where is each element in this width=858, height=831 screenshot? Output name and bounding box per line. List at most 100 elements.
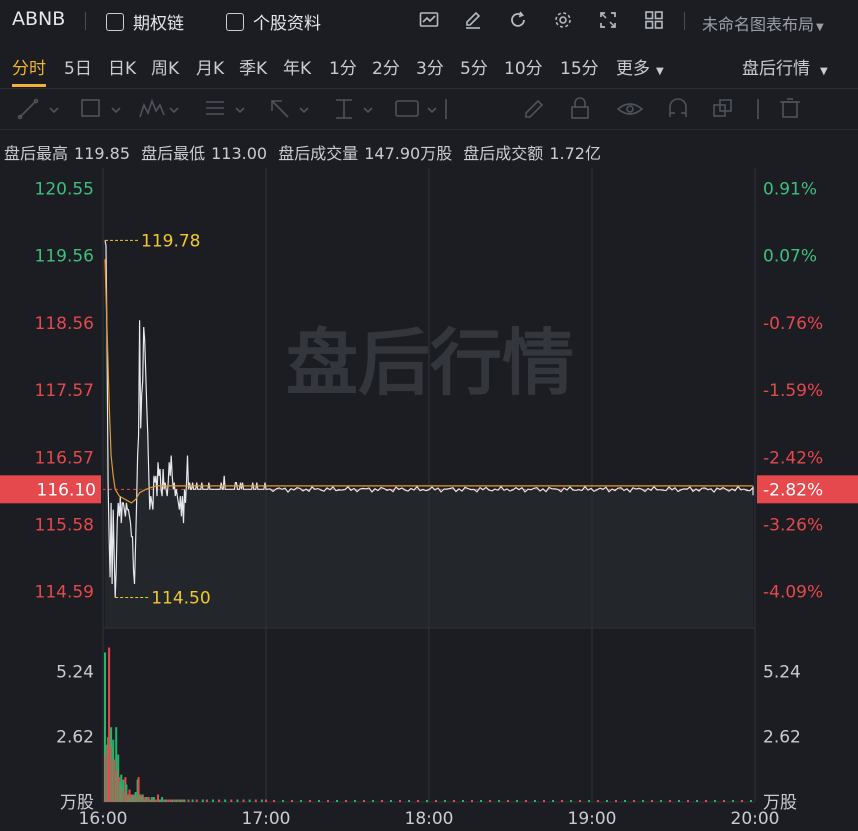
tab-timeframe[interactable]: 1分 — [329, 54, 357, 79]
volume-bar — [224, 799, 227, 802]
percent-tick-label: 0.91% — [763, 179, 817, 199]
eraser-pencil-icon — [525, 99, 544, 118]
volume-bar — [498, 800, 500, 802]
volume-bar — [714, 800, 716, 802]
tab-timeframe[interactable]: 15分 — [560, 54, 599, 79]
volume-bar — [660, 800, 662, 802]
volume-bar — [462, 800, 464, 802]
volume-value: 147.90万股 — [364, 144, 453, 163]
tab-label: 分时 — [12, 59, 46, 79]
tab-timeframe[interactable]: 2分 — [372, 54, 400, 79]
volume-bar — [678, 800, 680, 802]
volume-bar — [265, 799, 267, 802]
copy-icon — [713, 99, 732, 117]
tab-timeframe[interactable]: 月K — [196, 54, 224, 79]
price-tick-label: 120.55 — [35, 179, 94, 199]
tab-timeframe[interactable]: 3分 — [416, 54, 444, 79]
volume-bar — [159, 799, 161, 802]
volume-bar — [175, 799, 178, 802]
low-value: 113.00 — [211, 144, 268, 163]
volume-bar — [218, 799, 221, 802]
ticker-symbol[interactable]: ABNB — [12, 8, 65, 30]
grid-layout-icon[interactable] — [643, 10, 665, 32]
tab-label: 2分 — [372, 59, 400, 79]
percent-tick-label: 0.07% — [763, 246, 817, 266]
volume-bar — [254, 799, 257, 802]
volume-bar — [750, 800, 752, 802]
volume-bar — [181, 799, 184, 802]
caret-down-icon: ▼ — [656, 66, 664, 77]
volume-tick-label: 5.24 — [56, 662, 94, 682]
lock-icon — [571, 97, 589, 119]
volume-tick-label: 2.62 — [56, 728, 94, 748]
options-chain-button[interactable]: 期权链 — [106, 9, 184, 34]
fib-icon — [206, 101, 224, 115]
low-label: 盘后最低 — [141, 144, 206, 163]
time-tick-label: 20:00 — [731, 809, 780, 829]
document-icon — [226, 12, 244, 31]
volume-bar — [642, 800, 644, 802]
tab-timeframe[interactable]: 5日 — [64, 54, 92, 79]
tab-label: 月K — [196, 59, 225, 79]
volume-bar — [242, 799, 245, 802]
session-stats: 盘后最高 119.85 盘后最低 113.00 盘后成交量 147.90万股 盘后成交… — [4, 140, 607, 164]
volume-bar — [165, 799, 168, 802]
min-marker-label: 114.50 — [151, 589, 210, 609]
stock-info-button[interactable]: 个股资料 — [226, 9, 321, 34]
time-tick-label: 18:00 — [405, 809, 454, 829]
current-percent-label: -2.82% — [763, 480, 823, 500]
percent-tick-label: -3.26% — [763, 516, 823, 536]
tab-label: 季K — [239, 59, 268, 79]
volume-bar — [161, 797, 164, 802]
chevron-down-icon — [363, 107, 373, 114]
magnet-icon — [669, 98, 687, 117]
time-tick-label: 17:00 — [242, 809, 291, 829]
amount-value: 1.72亿 — [549, 144, 601, 163]
tab-timeframe[interactable]: 年K — [283, 54, 311, 79]
volume-bar — [363, 800, 365, 802]
volume-tick-label-right: 2.62 — [763, 728, 801, 748]
volume-bar — [154, 799, 157, 802]
volume-bar — [489, 800, 491, 802]
volume-bar — [597, 800, 599, 802]
caret-down-icon: ▼ — [820, 66, 828, 77]
volume-bar — [183, 799, 186, 802]
indicator-icon[interactable] — [418, 10, 440, 32]
volume-bar — [687, 800, 689, 802]
volume-bar — [606, 800, 608, 802]
layout-dropdown[interactable]: 未命名图表布局 ▼ — [702, 11, 824, 35]
tab-timeframe[interactable]: 周K — [151, 54, 179, 79]
fullscreen-icon[interactable] — [597, 10, 619, 32]
active-timeframe-underline — [12, 84, 46, 87]
volume-bar — [696, 800, 698, 802]
tab-timeframe[interactable]: 5分 — [460, 54, 488, 79]
volume-bar — [345, 800, 347, 802]
trash-icon — [780, 98, 800, 118]
refresh-icon[interactable] — [507, 10, 529, 32]
tab-timeframe[interactable]: 季K — [239, 54, 267, 79]
volume-bar — [444, 800, 446, 802]
percent-tick-label: -4.09% — [763, 582, 823, 602]
price-chart[interactable]: 盘后行情 120.55 119.56 118.56 117.57 116.57 115.58… — [0, 168, 858, 831]
price-tick-label: 114.59 — [35, 582, 94, 602]
tab-timeframe[interactable]: 日K — [108, 54, 136, 79]
volume-bar — [171, 799, 174, 802]
high-value: 119.85 — [74, 144, 130, 163]
chevron-down-icon — [169, 107, 179, 114]
tab-label: 更多 — [616, 59, 650, 79]
stock-info-label: 个股资料 — [253, 14, 321, 34]
volume-tick-label-right: 5.24 — [763, 662, 801, 682]
tab-label: 10分 — [504, 59, 543, 79]
measure-icon — [336, 99, 352, 119]
session-dropdown[interactable]: 盘后行情 ▼ — [742, 54, 828, 79]
tab-timeframe[interactable]: 10分 — [504, 54, 543, 79]
time-tick-label: 19:00 — [568, 809, 617, 829]
chevron-down-icon — [299, 107, 309, 114]
percent-tick-label: -0.76% — [763, 314, 823, 334]
pencil-icon[interactable] — [462, 10, 484, 32]
tab-timeframe[interactable]: 更多 ▼ — [616, 54, 664, 79]
tab-timeframe[interactable]: 分时 — [12, 54, 46, 79]
gear-icon[interactable] — [552, 10, 574, 32]
volume-bar — [336, 800, 338, 802]
volume-bar — [390, 800, 392, 802]
